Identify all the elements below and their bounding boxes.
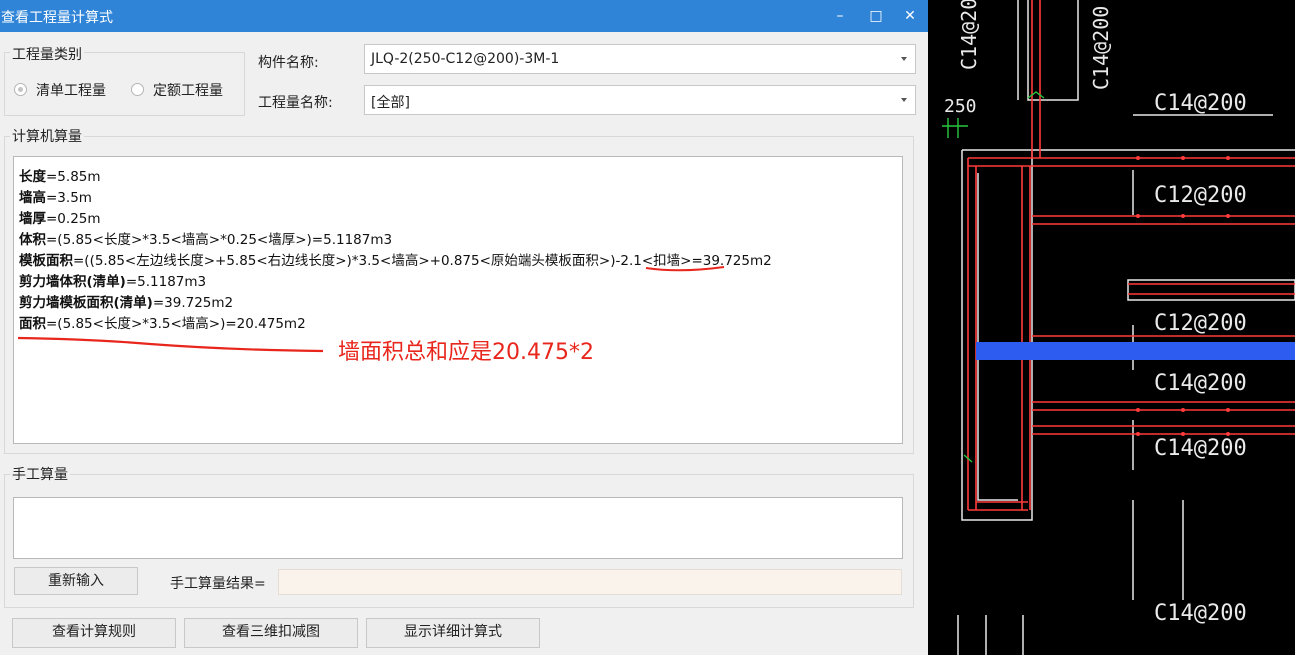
- view-calc-rules-button[interactable]: 查看计算规则: [12, 618, 176, 648]
- cad-label-c14-3: C14@200: [1154, 436, 1247, 461]
- cad-label-vertical-1: C14@200: [957, 0, 981, 70]
- highlighted-wall: [976, 342, 1295, 360]
- cad-label-c14-bottom: C14@200: [1154, 601, 1247, 626]
- annotation-note: 墙面积总和应是20.475*2: [338, 340, 594, 365]
- reenter-button[interactable]: 重新输入: [14, 567, 138, 595]
- manual-result-field: [278, 569, 902, 595]
- cad-label-c12-1: C12@200: [1154, 183, 1247, 208]
- manual-calc-group-label: 手工算量: [10, 464, 70, 484]
- underline-area-line: [17, 336, 324, 353]
- cad-label-c14-2: C14@200: [1154, 371, 1247, 396]
- calc-formula-dialog: 查看工程量计算式 – □ ✕ 工程量类别 清单工程量 定额工程量 构件名称: J…: [0, 0, 928, 655]
- cad-label-c14-top: C14@200: [1154, 91, 1247, 116]
- view-3d-deduction-button[interactable]: 查看三维扣减图: [184, 618, 358, 648]
- cad-label-vertical-2: C14@200: [1089, 6, 1113, 90]
- cad-drawing: C14@200 C14@200 250 C14@200 C12@200 C12@…: [942, 0, 1295, 655]
- manual-result-label: 手工算量结果=: [170, 576, 266, 592]
- cad-drawing-view[interactable]: C14@200 C14@200 250 C14@200 C12@200 C12@…: [928, 0, 1295, 655]
- cad-label-250: 250: [944, 96, 977, 117]
- underline-deduct-wall: [645, 266, 725, 272]
- show-detail-formula-button[interactable]: 显示详细计算式: [366, 618, 540, 648]
- manual-calc-textarea[interactable]: [13, 497, 903, 559]
- cad-label-c12-2: C12@200: [1154, 311, 1247, 336]
